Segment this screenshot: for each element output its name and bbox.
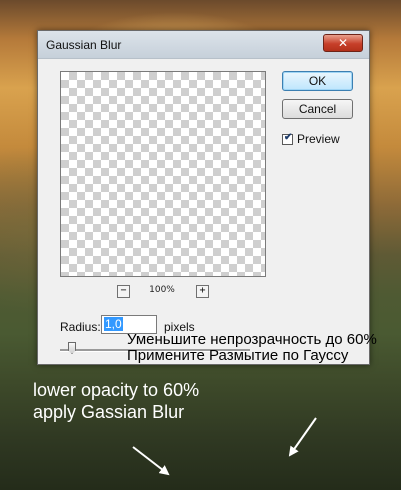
arrow-right [288,417,317,457]
arrow-left [132,446,170,476]
annotation-arrows [132,417,317,476]
